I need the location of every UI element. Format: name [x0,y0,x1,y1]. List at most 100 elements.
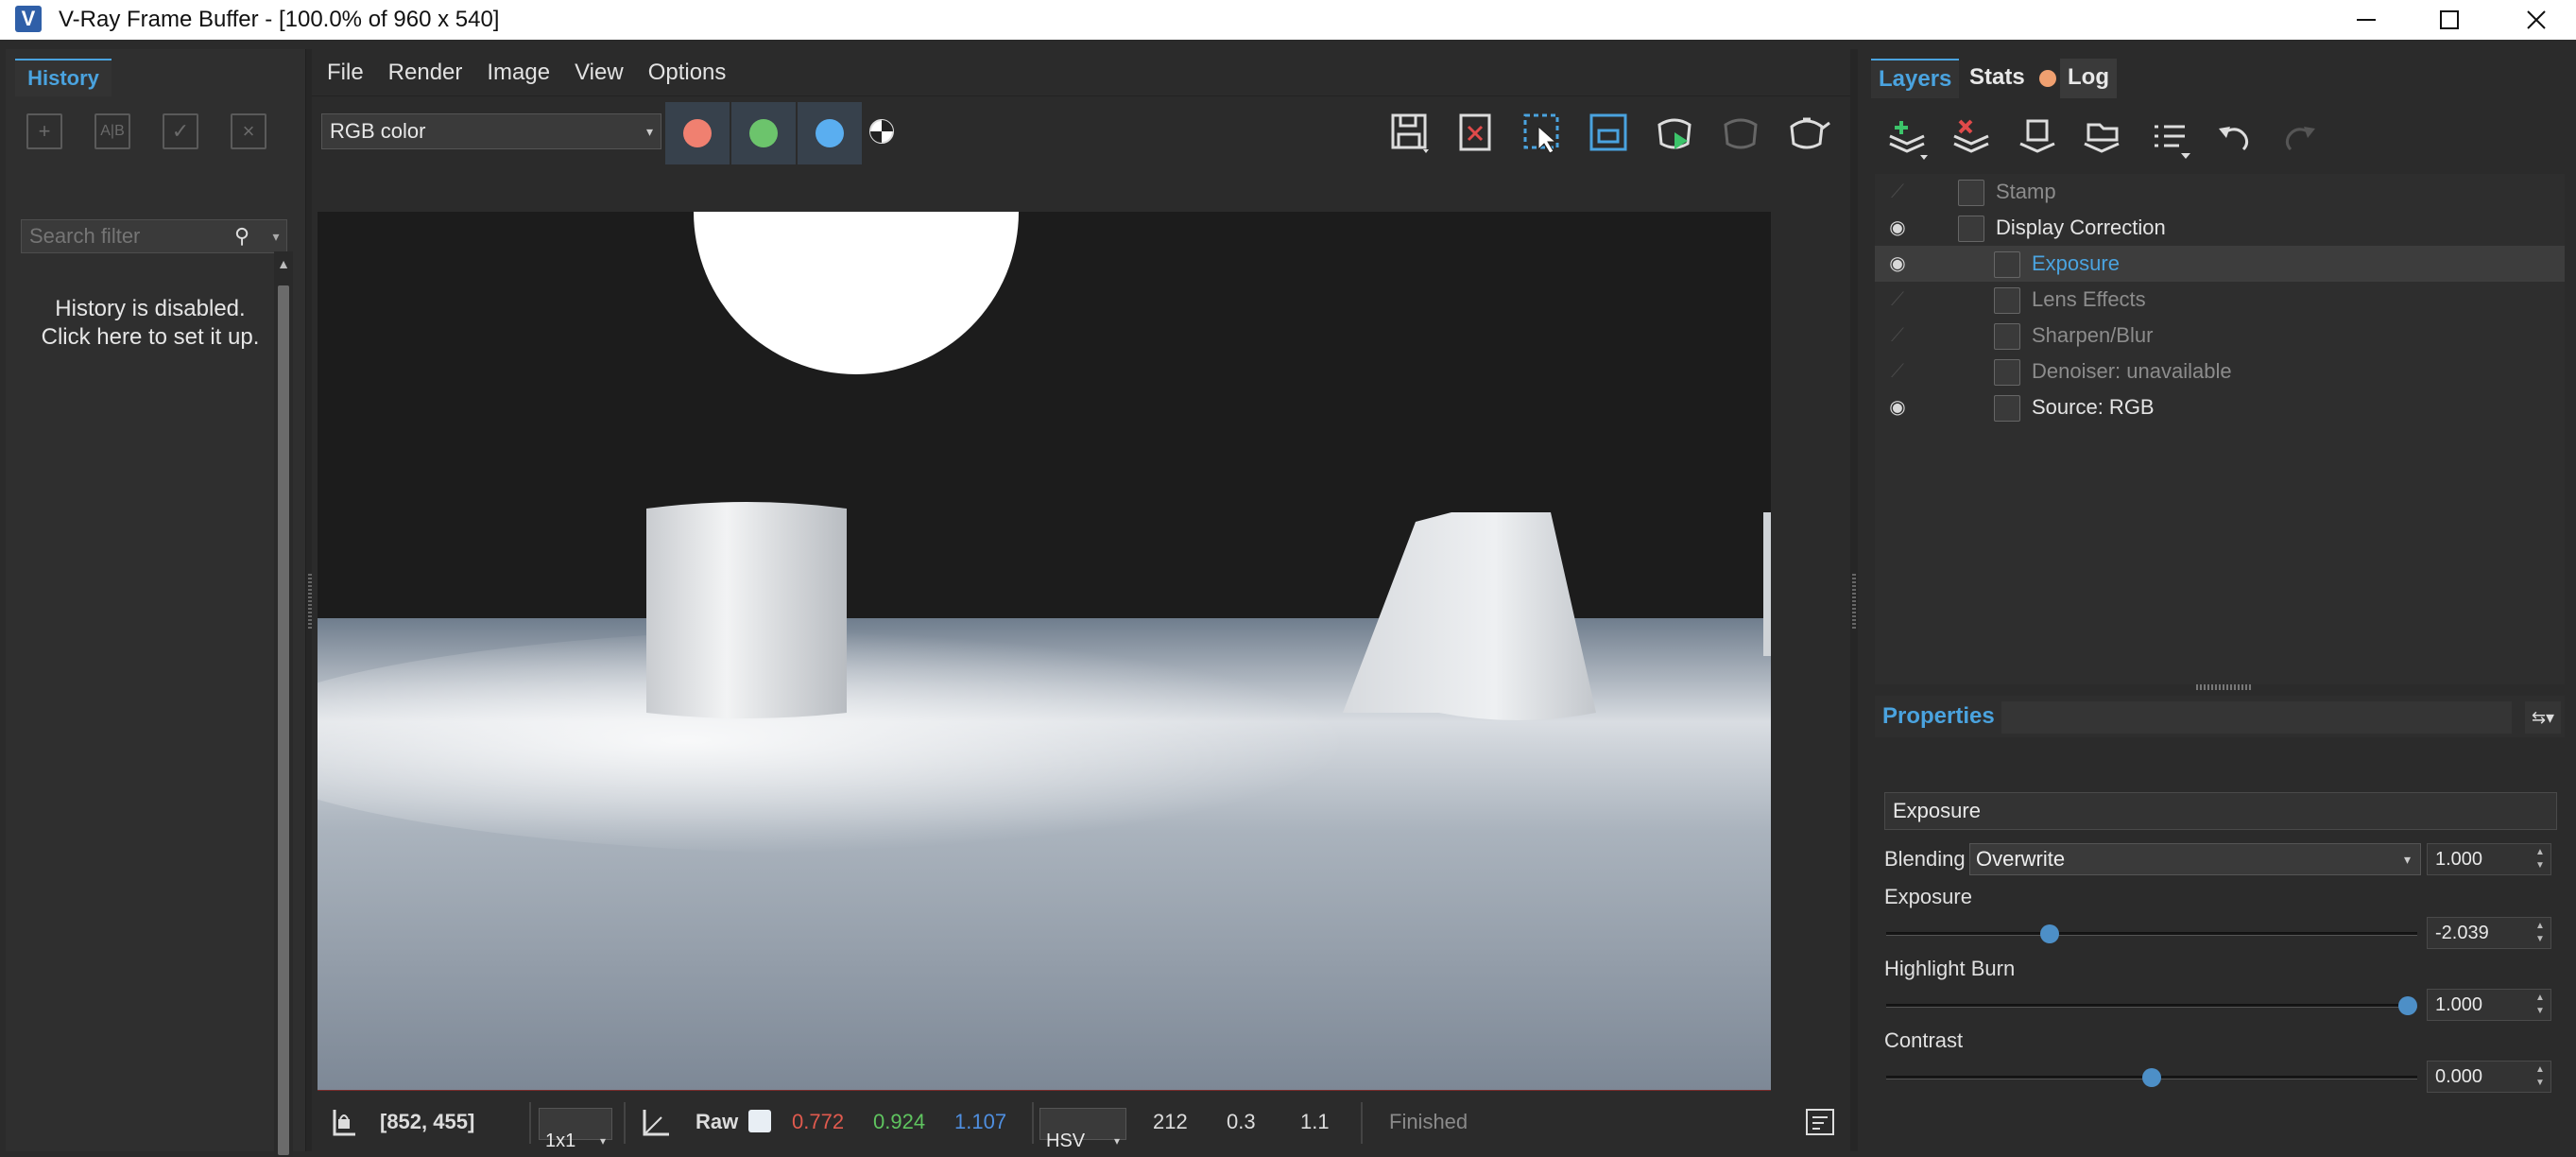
layer-row[interactable]: ⟋ Stamp [1875,174,2565,210]
properties-title: Properties [1882,703,1995,729]
layer-type-icon [1958,180,1984,206]
eye-hidden-icon[interactable]: ⟋ [1880,354,1915,389]
zoom-select[interactable]: 1x1 ▾ [539,1108,612,1151]
exposure-label: Exposure [1884,885,1972,908]
channel-select-value: RGB color [330,119,426,143]
minimize-icon [2357,19,2376,21]
history-compare-ab-icon[interactable]: A|B [94,113,130,149]
contrast-field[interactable]: 0.000 ▲ ▼ [2427,1061,2551,1093]
eye-icon[interactable]: ◉ [1880,210,1915,246]
history-scrollbar[interactable]: ▲ ▼ [274,251,293,1157]
layer-name-field[interactable]: Exposure [1884,792,2557,830]
layer-name: Source: RGB [2032,395,2155,419]
blending-select[interactable]: Overwrite ▾ [1969,843,2421,875]
highlight-burn-slider-handle[interactable] [2398,996,2417,1015]
exposure-slider-handle[interactable] [2040,924,2059,943]
alpha-channel-icon[interactable] [866,115,898,147]
highlight-burn-field[interactable]: 1.000 ▲ ▼ [2427,989,2551,1021]
eye-icon[interactable]: ◉ [1880,246,1915,282]
layer-row[interactable]: ◉ Source: RGB [1875,389,2565,425]
history-toolbar: + A|B ✓ × [26,113,266,157]
channel-select[interactable]: RGB color ▾ [321,113,661,149]
history-load-icon[interactable]: ✓ [163,113,198,149]
spinner-icon[interactable]: ▲ ▼ [2533,846,2547,872]
save-image-icon[interactable] [1385,108,1434,157]
layer-row[interactable]: ⟋ Denoiser: unavailable [1875,354,2565,389]
layer-tree: ⟋ Stamp ◉ Display Correction ◉ Exposure ⟋ Lens … [1875,174,2565,684]
blending-label: Blending [1884,847,1966,871]
minimize-button[interactable] [2321,0,2412,40]
scrollbar-thumb[interactable] [278,285,289,1155]
tab-history[interactable]: History [15,59,112,96]
layer-type-icon [1994,395,2020,422]
exposure-field[interactable]: -2.039 ▲ ▼ [2427,917,2551,949]
layer-row[interactable]: ⟋ Sharpen/Blur [1875,318,2565,354]
layer-type-icon [1994,287,2020,314]
blending-amount-field[interactable]: 1.000 ▲ ▼ [2427,843,2551,875]
tab-log[interactable]: Log [2060,59,2117,98]
undo-icon[interactable] [2211,115,2258,163]
spinner-icon[interactable]: ▲ ▼ [2533,992,2547,1018]
history-save-icon[interactable]: + [26,113,62,149]
layer-type-icon [1994,359,2020,386]
exposure-slider[interactable] [1886,924,2417,943]
scroll-up-icon[interactable]: ▲ [276,255,291,272]
highlight-burn-value: 1.000 [2435,994,2483,1015]
layer-row[interactable]: ◉ Display Correction [1875,210,2565,246]
menu-view[interactable]: View [575,60,624,86]
menu-options[interactable]: Options [648,60,727,86]
close-icon [2527,10,2546,29]
search-options-dropdown[interactable]: ▾ [266,219,285,253]
redo-icon[interactable] [2275,115,2323,163]
save-layers-icon[interactable] [2015,115,2062,163]
history-disabled-message[interactable]: History is disabled. Click here to set i… [23,295,278,352]
spinner-icon[interactable]: ▲ ▼ [2533,920,2547,946]
contrast-slider-handle[interactable] [2142,1068,2161,1087]
properties-splitter[interactable] [2196,684,2251,690]
layer-type-icon [1994,251,2020,278]
blue-channel-button[interactable] [798,102,862,164]
menu-image[interactable]: Image [487,60,550,86]
color-picker-icon[interactable] [639,1106,673,1138]
raw-toggle[interactable]: Raw [696,1110,738,1134]
red-channel-button[interactable] [665,102,730,164]
stop-render-icon[interactable] [1716,108,1765,157]
lock-cursor-icon[interactable] [327,1106,361,1138]
close-button[interactable] [2491,0,2576,40]
track-mouse-icon[interactable] [1584,108,1633,157]
layer-list-icon[interactable] [2147,115,2194,163]
load-layers-icon[interactable] [2079,115,2126,163]
search-icon[interactable]: ⚲ [225,219,259,253]
spinner-icon[interactable]: ▲ ▼ [2533,1063,2547,1090]
properties-options-icon[interactable]: ⇆▾ [2525,701,2561,734]
delete-layer-icon[interactable] [1949,115,1996,163]
green-channel-button[interactable] [731,102,796,164]
menu-render[interactable]: Render [388,60,463,86]
history-remove-icon[interactable]: × [231,113,266,149]
status-bar: [852, 455] 1x1 ▾ Raw 0.772 0.924 1.107 H… [312,1093,1850,1151]
right-splitter[interactable] [1850,49,1858,1151]
render-viewport[interactable] [318,212,1771,1091]
colorspace-select[interactable]: HSV ▾ [1039,1108,1126,1151]
eye-hidden-icon[interactable]: ⟋ [1880,174,1915,210]
log-panel-icon[interactable] [1805,1108,1835,1136]
render-interactive-icon[interactable] [1650,108,1699,157]
eye-icon[interactable]: ◉ [1880,389,1915,425]
eye-hidden-icon[interactable]: ⟋ [1880,318,1915,354]
contrast-slider[interactable] [1886,1068,2417,1087]
region-render-icon[interactable] [1518,108,1567,157]
maximize-button[interactable] [2404,0,2495,40]
add-layer-icon[interactable] [1884,115,1932,163]
layer-name: Lens Effects [2032,287,2146,311]
window-title: V-Ray Frame Buffer - [100.0% of 960 x 54… [59,7,500,32]
layer-row[interactable]: ◉ Exposure [1875,246,2565,282]
clear-image-icon[interactable] [1451,108,1501,157]
layer-row[interactable]: ⟋ Lens Effects [1875,282,2565,318]
eye-hidden-icon[interactable]: ⟋ [1880,282,1915,318]
tab-layers[interactable]: Layers [1871,59,1960,98]
tab-stats[interactable]: Stats [1962,59,2033,98]
history-message-line2: Click here to set it up. [41,324,260,350]
highlight-burn-slider[interactable] [1886,996,2417,1015]
render-teapot-icon[interactable] [1782,108,1831,157]
menu-file[interactable]: File [327,60,364,86]
